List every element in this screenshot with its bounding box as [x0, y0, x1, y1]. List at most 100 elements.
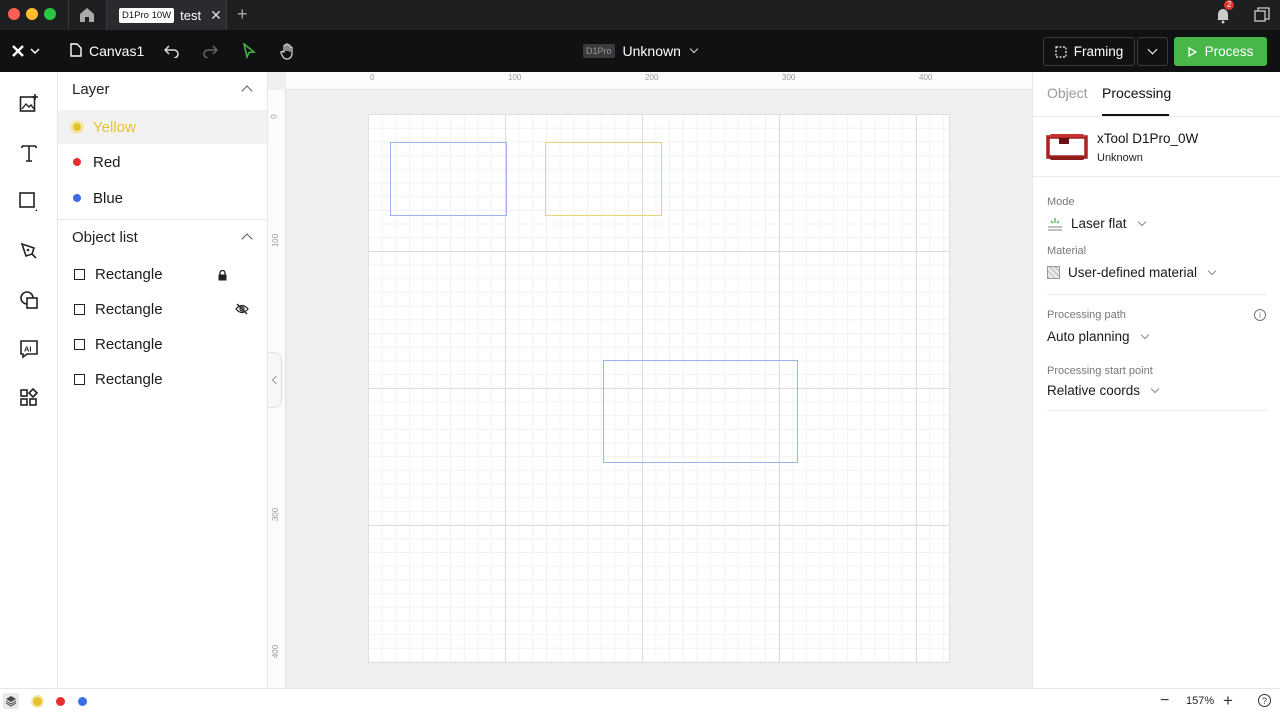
- processing-path-label: Processing path: [1047, 309, 1126, 321]
- tab-test[interactable]: D1Pro 10W test ✕: [107, 0, 226, 30]
- lock-icon[interactable]: [218, 268, 227, 285]
- divider: [1047, 294, 1267, 295]
- ruler-tick: 0: [370, 73, 375, 82]
- material-swatch-icon: [1047, 266, 1060, 279]
- framing-button[interactable]: Framing: [1043, 37, 1135, 66]
- status-layer-dot-blue[interactable]: [78, 697, 87, 706]
- rectangle-icon: [74, 338, 85, 350]
- select-pointer-icon[interactable]: [239, 30, 259, 72]
- maximize-window-button[interactable]: [44, 8, 56, 20]
- layer-color-dot: [73, 158, 81, 166]
- tab-title: test: [180, 7, 202, 23]
- collapse-objects-icon[interactable]: [241, 233, 253, 245]
- device-status: Unknown: [622, 43, 681, 59]
- eye-off-icon[interactable]: [235, 302, 249, 319]
- app-menu-button[interactable]: [6, 30, 46, 72]
- laser-flat-icon: [1048, 217, 1062, 231]
- tab-processing[interactable]: Processing: [1102, 85, 1171, 101]
- ai-tool-icon[interactable]: AI: [14, 334, 44, 364]
- elements-icon[interactable]: [14, 285, 44, 315]
- minimize-window-button[interactable]: [26, 8, 38, 20]
- divider: [1033, 116, 1280, 117]
- object-item[interactable]: Rectangle: [58, 257, 267, 291]
- object-label: Rectangle: [95, 265, 163, 283]
- chevron-down-icon: [1150, 384, 1160, 393]
- process-button[interactable]: Process: [1174, 37, 1267, 66]
- device-selector[interactable]: D1Pro Unknown: [583, 30, 699, 72]
- mode-value: Laser flat: [1071, 216, 1127, 231]
- framing-dropdown-button[interactable]: [1137, 37, 1168, 66]
- tab-device-badge: D1Pro 10W: [119, 7, 175, 23]
- help-icon[interactable]: ?: [1258, 694, 1271, 707]
- processing-path-value: Auto planning: [1047, 329, 1130, 344]
- rectangle-shape-blue[interactable]: [603, 360, 798, 463]
- notifications-bell-icon[interactable]: 2: [1214, 0, 1235, 24]
- status-layer-dot-yellow[interactable]: [33, 697, 42, 706]
- undo-icon[interactable]: [162, 30, 182, 72]
- home-icon[interactable]: [78, 6, 96, 24]
- layer-item-blue[interactable]: Blue: [58, 181, 267, 215]
- horizontal-ruler: 0 100 200 300 400: [286, 72, 1032, 90]
- hand-pan-icon[interactable]: [278, 30, 298, 72]
- start-point-select[interactable]: Relative coords: [1047, 383, 1160, 398]
- object-item[interactable]: Rectangle: [58, 327, 267, 361]
- ruler-tick: 400: [919, 73, 933, 82]
- mode-label: Mode: [1047, 196, 1075, 208]
- mode-select[interactable]: Laser flat: [1047, 216, 1146, 231]
- info-icon[interactable]: i: [1254, 309, 1266, 321]
- material-label: Material: [1047, 245, 1087, 257]
- status-bar: − 157% + ?: [0, 688, 1280, 713]
- collapse-layers-icon[interactable]: [241, 85, 253, 97]
- rectangle-icon: [74, 303, 85, 315]
- pen-tool-icon[interactable]: [14, 236, 44, 266]
- device-badge: D1Pro: [583, 44, 615, 58]
- object-item[interactable]: Rectangle: [58, 292, 267, 326]
- zoom-level[interactable]: 157%: [1186, 695, 1214, 707]
- canvas-area[interactable]: 0 100 200 300 400 0 100 300 400: [268, 72, 1032, 688]
- layer-label: Yellow: [93, 118, 136, 136]
- collapse-panel-handle[interactable]: [268, 352, 282, 408]
- properties-panel: Object Processing xTool D1Pro_0W Unknown…: [1032, 72, 1280, 688]
- apps-grid-icon[interactable]: [14, 383, 44, 413]
- layer-color-dot: [73, 123, 81, 131]
- layer-item-red[interactable]: Red: [58, 145, 267, 179]
- file-name: Canvas1: [89, 43, 145, 59]
- framing-label: Framing: [1073, 44, 1124, 59]
- material-select[interactable]: User-defined material: [1047, 265, 1217, 280]
- status-layer-dot-red[interactable]: [56, 697, 65, 706]
- device-connection-status: Unknown: [1097, 152, 1143, 164]
- start-point-value: Relative coords: [1047, 383, 1141, 398]
- ruler-tick: 200: [645, 73, 659, 82]
- rectangle-shape-blue[interactable]: [390, 142, 507, 216]
- work-area[interactable]: [368, 114, 950, 663]
- text-tool-icon[interactable]: [14, 138, 44, 168]
- close-tab-icon[interactable]: ✕: [210, 7, 222, 24]
- zoom-out-button[interactable]: −: [1160, 692, 1169, 710]
- layers-stack-icon[interactable]: [3, 693, 19, 709]
- material-value: User-defined material: [1068, 265, 1198, 280]
- ruler-tick: 400: [271, 644, 281, 659]
- device-image: [1045, 132, 1089, 162]
- notification-badge: 2: [1224, 0, 1235, 10]
- add-image-icon[interactable]: [14, 88, 44, 118]
- file-menu[interactable]: Canvas1: [70, 30, 144, 72]
- rectangle-shape-yellow[interactable]: [545, 142, 662, 216]
- new-tab-button[interactable]: +: [237, 4, 248, 25]
- chevron-down-icon: [1140, 330, 1149, 339]
- play-icon: [1187, 46, 1197, 57]
- shape-tool-icon[interactable]: [14, 187, 44, 217]
- window-switch-icon[interactable]: [1254, 7, 1270, 23]
- object-item[interactable]: Rectangle: [58, 362, 267, 396]
- tab-object[interactable]: Object: [1047, 85, 1087, 101]
- layer-item-yellow[interactable]: Yellow: [58, 110, 267, 144]
- processing-path-select[interactable]: Auto planning: [1047, 329, 1149, 344]
- chevron-left-icon: [271, 375, 281, 385]
- zoom-in-button[interactable]: +: [1223, 691, 1233, 711]
- rectangle-icon: [74, 373, 85, 385]
- close-window-button[interactable]: [8, 8, 20, 20]
- title-bar: D1Pro 10W test ✕ + 2: [0, 0, 1280, 30]
- chevron-down-icon: [1137, 217, 1146, 226]
- chevron-down-icon: [1207, 266, 1217, 275]
- redo-icon[interactable]: [200, 30, 220, 72]
- tools-sidebar: AI: [0, 72, 58, 688]
